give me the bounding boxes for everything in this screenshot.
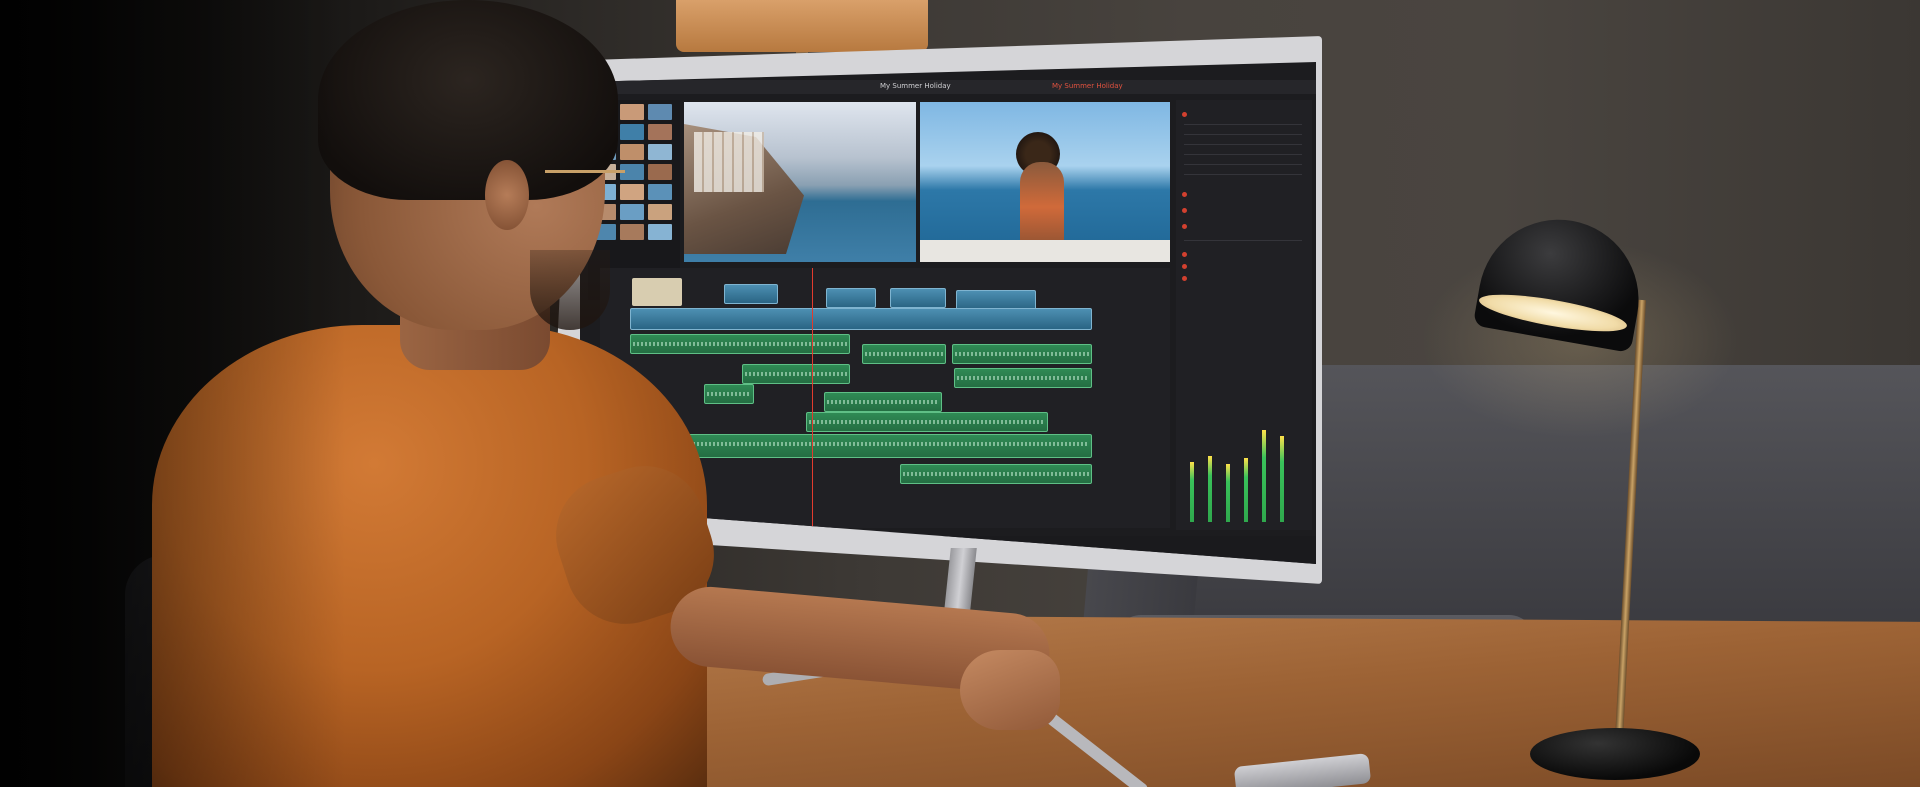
music-track — [630, 434, 1092, 458]
audio-clip — [954, 368, 1092, 388]
playhead — [812, 268, 813, 528]
project-title: My Summer Holiday — [880, 82, 951, 90]
inspector-indicator — [1182, 192, 1187, 197]
inspector-row — [1184, 154, 1302, 155]
cliff-houses — [694, 132, 764, 192]
source-viewer — [684, 102, 916, 262]
audio-clip — [704, 384, 754, 404]
media-thumb — [648, 224, 672, 240]
audio-clip — [742, 364, 850, 384]
meter-bar — [1262, 430, 1266, 522]
meter-bar — [1190, 462, 1194, 522]
inspector-indicator — [1182, 252, 1187, 257]
media-thumb — [620, 104, 644, 120]
man-beard — [530, 250, 610, 330]
meter-bar — [1208, 456, 1212, 522]
media-thumb — [620, 144, 644, 160]
video-clip — [826, 288, 876, 308]
title-clip — [632, 278, 682, 306]
media-thumb — [648, 164, 672, 180]
media-thumb — [620, 224, 644, 240]
inspector-row — [1184, 134, 1302, 135]
inspector-row — [1184, 124, 1302, 125]
audio-clip — [824, 392, 942, 412]
eyeglasses — [545, 170, 625, 173]
desk-lamp-base — [1530, 728, 1700, 780]
inspector-indicator — [1182, 264, 1187, 269]
man-ear — [485, 160, 529, 230]
media-thumb — [620, 124, 644, 140]
audio-clip — [862, 344, 946, 364]
media-thumb — [620, 184, 644, 200]
timeline-viewer — [920, 102, 1170, 262]
media-thumb — [648, 204, 672, 220]
video-track-main — [630, 308, 1092, 330]
media-thumb — [648, 184, 672, 200]
inspector-indicator — [1182, 276, 1187, 281]
media-thumb — [620, 204, 644, 220]
audio-mixer — [1180, 392, 1306, 532]
video-clip — [956, 290, 1036, 310]
video-clip — [724, 284, 778, 304]
viewer-title: My Summer Holiday — [1052, 82, 1123, 90]
photo-scene: My Summer Holiday My Summer Holiday — [0, 0, 1920, 787]
white-railing — [920, 240, 1170, 262]
video-clip — [890, 288, 946, 308]
inspector-indicator — [1182, 208, 1187, 213]
inspector-row — [1184, 240, 1302, 241]
meter-bar — [1244, 458, 1248, 522]
media-thumb — [648, 104, 672, 120]
inspector-indicator — [1182, 224, 1187, 229]
audio-clip — [630, 334, 850, 354]
audio-clip — [806, 412, 1048, 432]
meter-bar — [1280, 436, 1284, 522]
media-thumb — [648, 124, 672, 140]
media-thumb — [648, 144, 672, 160]
man-hand — [960, 650, 1060, 730]
audio-clip — [900, 464, 1092, 484]
editor-title-bar: My Summer Holiday My Summer Holiday — [580, 80, 1316, 94]
meter-bar — [1226, 464, 1230, 522]
audio-clip — [952, 344, 1092, 364]
inspector-indicator — [1182, 112, 1187, 117]
inspector-row — [1184, 164, 1302, 165]
inspector-row — [1184, 144, 1302, 145]
inspector-row — [1184, 174, 1302, 175]
